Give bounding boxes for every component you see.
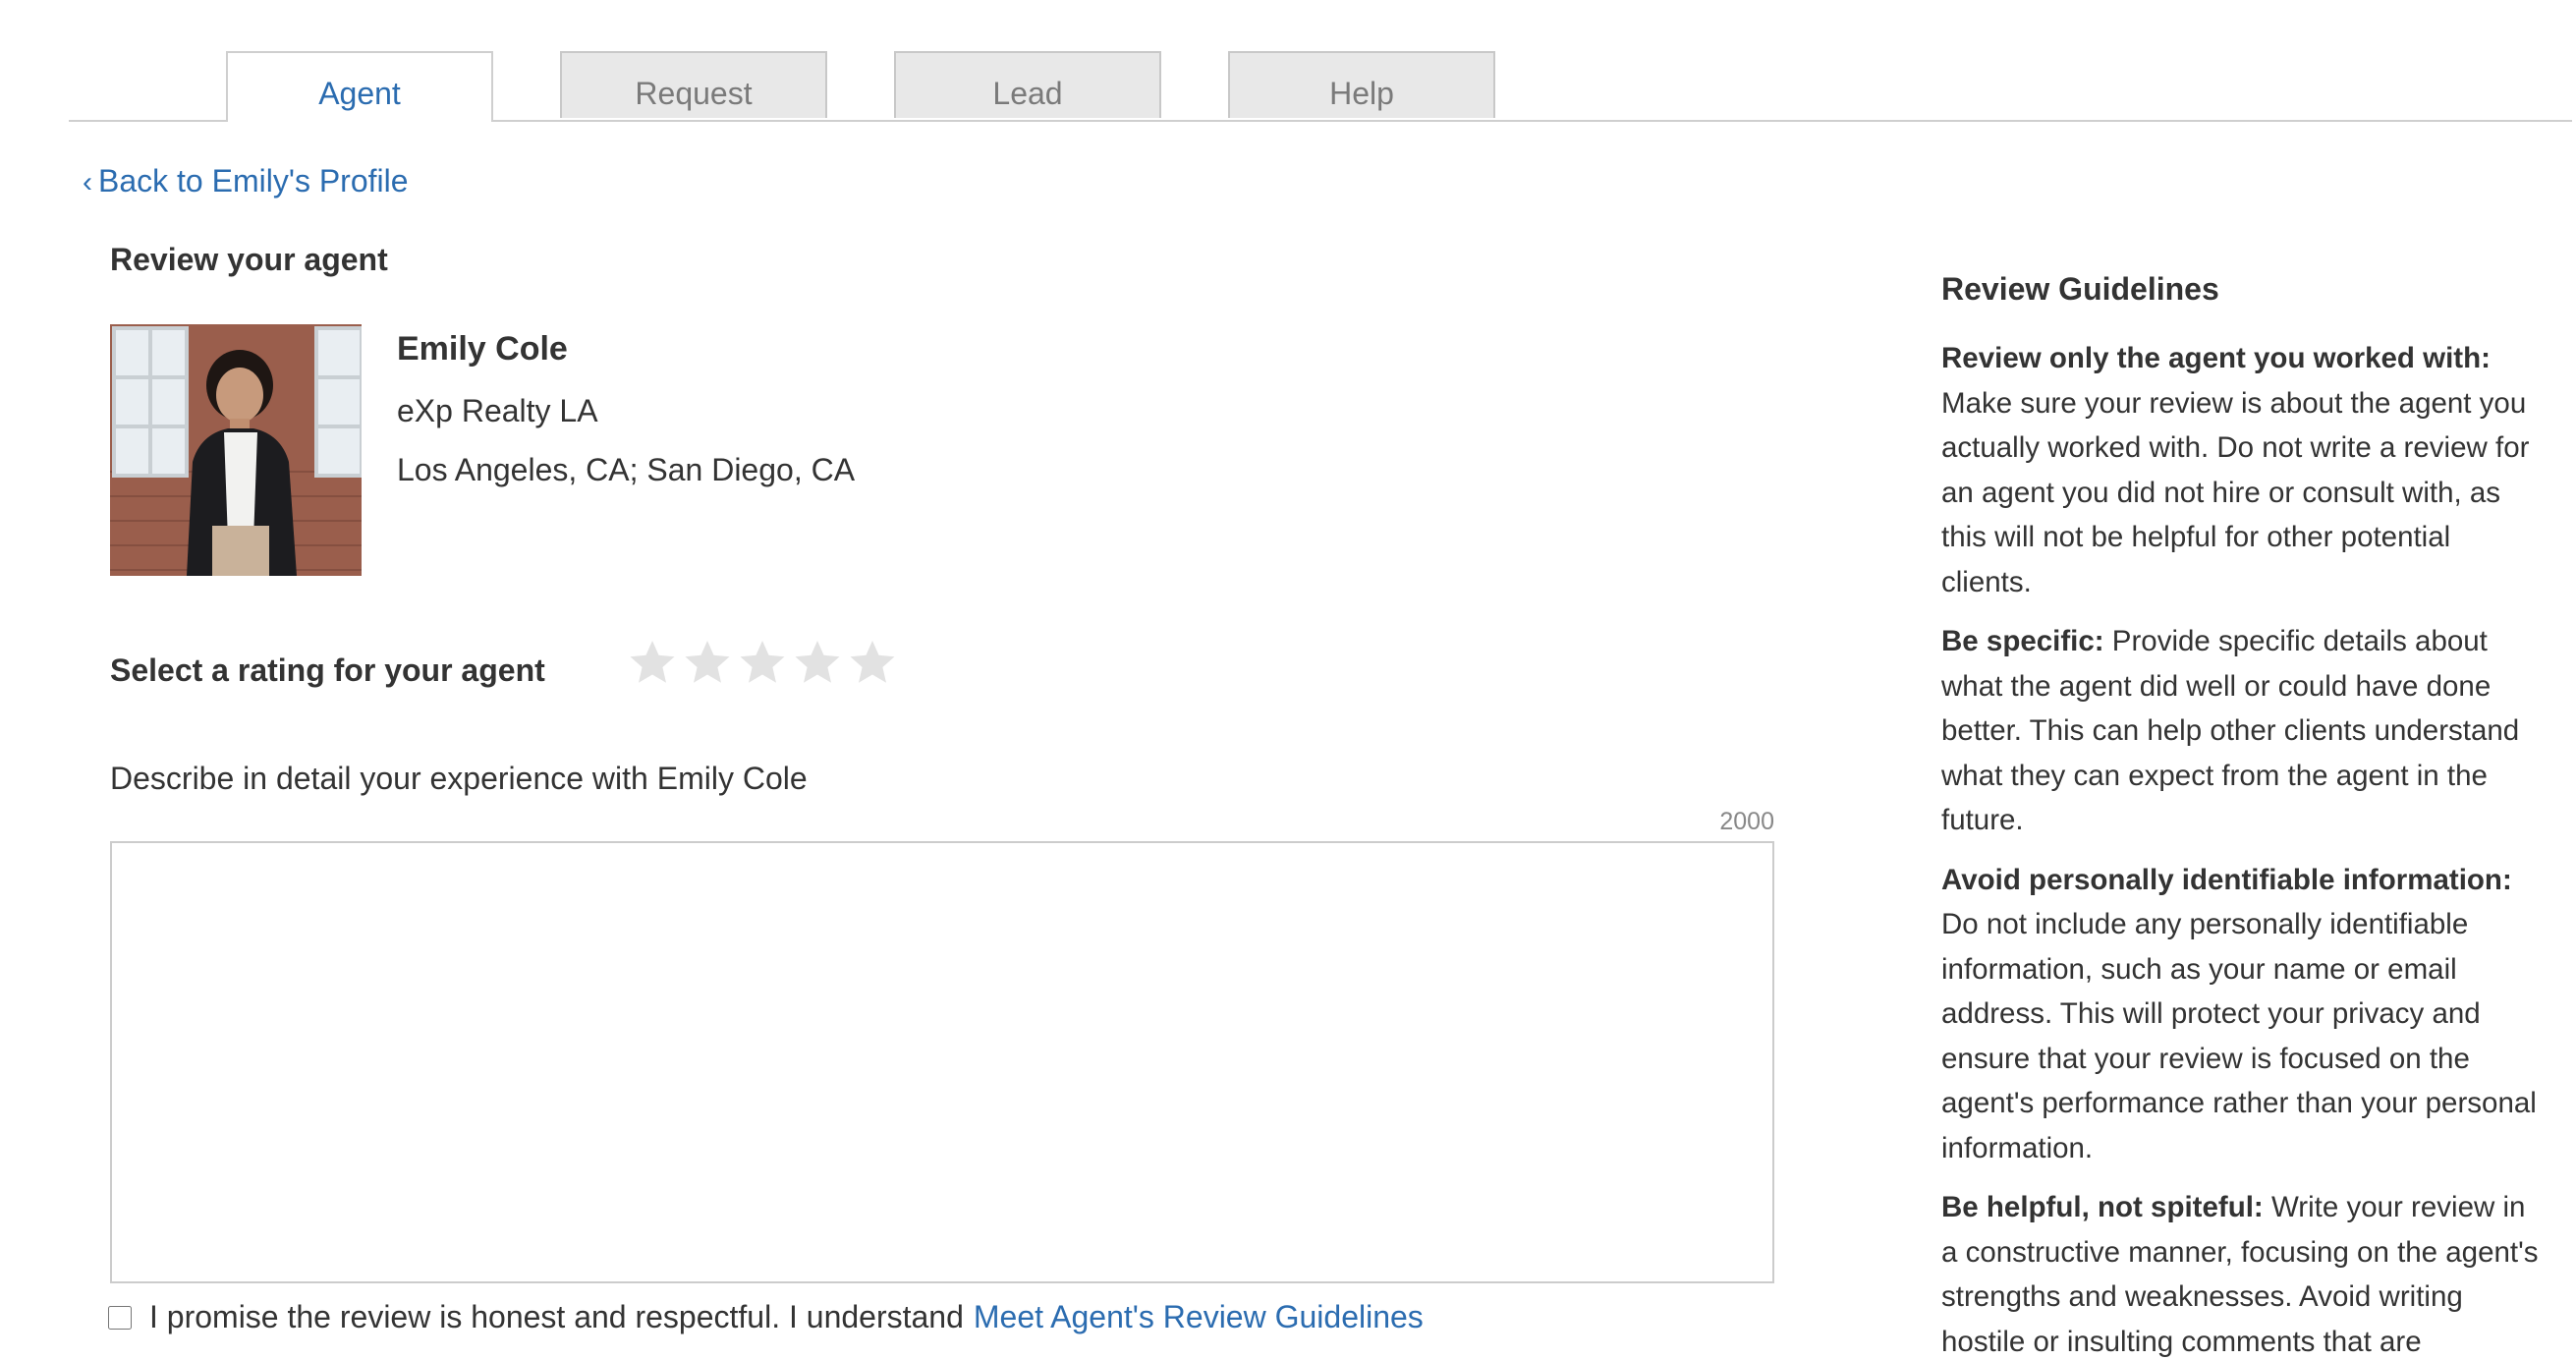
back-to-profile-link[interactable]: ‹ Back to Emily's Profile: [83, 163, 409, 199]
section-title: Review your agent: [110, 242, 388, 277]
promise-checkbox[interactable]: [108, 1305, 132, 1330]
tab-lead[interactable]: Lead: [894, 51, 1161, 118]
guideline-heading: Be specific:: [1941, 625, 2104, 657]
tab-help[interactable]: Help: [1228, 51, 1495, 118]
agent-brokerage: eXp Realty LA: [397, 393, 598, 428]
guideline-item: Avoid personally identifiable informatio…: [1941, 858, 2541, 1171]
star-icon[interactable]: [629, 639, 676, 686]
star-icon[interactable]: [739, 639, 786, 686]
chevron-left-icon: ‹: [83, 166, 92, 198]
agent-name: Emily Cole: [397, 330, 568, 368]
guideline-item: Be helpful, not spiteful: Write your rev…: [1941, 1185, 2541, 1360]
star-icon[interactable]: [849, 639, 896, 686]
tab-agent[interactable]: Agent: [226, 51, 493, 122]
guideline-heading: Avoid personally identifiable informatio…: [1941, 863, 2512, 896]
tab-request[interactable]: Request: [560, 51, 827, 118]
agent-locations: Los Angeles, CA; San Diego, CA: [397, 452, 856, 487]
review-textarea[interactable]: [110, 841, 1774, 1283]
rating-label: Select a rating for your agent: [110, 652, 545, 688]
review-guidelines-link[interactable]: Meet Agent's Review Guidelines: [974, 1299, 1424, 1335]
promise-text: I promise the review is honest and respe…: [149, 1299, 964, 1334]
back-link-label: Back to Emily's Profile: [98, 163, 409, 198]
character-count: 2000: [1719, 808, 1774, 835]
tab-bar: Agent Request Lead Help: [69, 51, 2572, 122]
agent-avatar: [110, 324, 362, 576]
star-icon[interactable]: [794, 639, 841, 686]
promise-row: I promise the review is honest and respe…: [108, 1299, 1424, 1335]
guidelines-title: Review Guidelines: [1941, 271, 2219, 307]
agent-photo-icon: [110, 324, 362, 576]
review-agent-page: Agent Request Lead Help ‹ Back to Emily's…: [0, 0, 2576, 1360]
guideline-body: Make sure your review is about the agent…: [1941, 386, 2530, 598]
guideline-item: Review only the agent you worked with: M…: [1941, 336, 2541, 604]
rating-stars: [629, 639, 896, 686]
guideline-heading: Be helpful, not spiteful:: [1941, 1191, 2264, 1223]
description-label: Describe in detail your experience with …: [110, 761, 808, 796]
guideline-item: Be specific: Provide specific details ab…: [1941, 619, 2541, 843]
star-icon[interactable]: [684, 639, 731, 686]
guideline-heading: Review only the agent you worked with:: [1941, 342, 2491, 374]
guideline-body: Do not include any personally identifiab…: [1941, 908, 2537, 1164]
review-guidelines-panel: Review Guidelines Review only the agent …: [1941, 267, 2541, 1360]
